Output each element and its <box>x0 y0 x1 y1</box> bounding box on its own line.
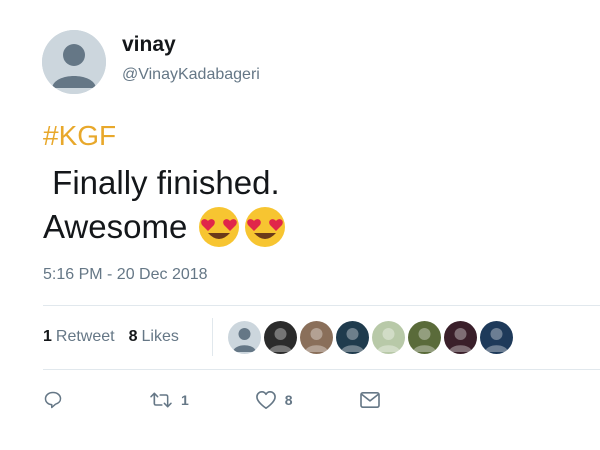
likes-stat-label: Likes <box>141 328 179 345</box>
retweet-stat[interactable]: 1 Retweet <box>43 328 115 346</box>
reply-icon <box>44 391 62 409</box>
tweet-text-awesome: Awesome <box>43 208 188 245</box>
tweet-text-line-2: Awesome <box>43 205 287 249</box>
tweet-timestamp[interactable]: 5:16 PM - 20 Dec 2018 <box>43 266 208 284</box>
person-icon <box>485 328 508 352</box>
retweet-button[interactable]: 1 <box>149 390 189 410</box>
retweet-stat-count: 1 <box>43 328 52 345</box>
person-icon <box>413 328 436 352</box>
liker-avatar[interactable] <box>336 321 369 354</box>
heart-eyes-emoji-icon <box>199 207 240 247</box>
person-icon <box>269 328 292 352</box>
likes-stat-count: 8 <box>128 328 138 345</box>
likes-stat[interactable]: 8 Likes <box>129 328 179 346</box>
person-icon <box>449 328 472 352</box>
retweet-stat-label: Retweet <box>55 328 115 345</box>
reply-button[interactable] <box>43 390 63 410</box>
person-icon <box>305 328 328 352</box>
person-icon <box>377 328 400 352</box>
liker-avatar[interactable] <box>372 321 405 354</box>
likers-avatars <box>228 321 513 354</box>
direct-message-button[interactable] <box>359 391 381 409</box>
stats-separator <box>212 318 213 356</box>
liker-avatar[interactable] <box>300 321 333 354</box>
heart-eyes-emoji-icon <box>245 207 286 247</box>
tweet-text-line-1: Finally finished. <box>43 164 280 201</box>
tweet-stats: 1 Retweet 8 Likes <box>43 328 193 346</box>
divider <box>43 305 600 306</box>
person-icon <box>341 328 364 352</box>
liker-avatar[interactable] <box>444 321 477 354</box>
action-bar: 1 8 <box>43 390 381 410</box>
envelope-icon <box>359 391 380 409</box>
avatar[interactable] <box>42 30 106 94</box>
default-avatar-icon <box>42 30 106 94</box>
liker-avatar[interactable] <box>408 321 441 354</box>
retweet-icon <box>150 392 172 408</box>
like-button[interactable]: 8 <box>255 390 293 410</box>
heart-icon <box>255 391 276 409</box>
liker-avatar[interactable] <box>480 321 513 354</box>
like-count: 8 <box>284 392 293 408</box>
divider <box>43 369 600 370</box>
liker-avatar[interactable] <box>228 321 261 354</box>
user-handle[interactable]: @VinayKadabageri <box>122 66 260 84</box>
display-name[interactable]: vinay <box>122 33 176 57</box>
retweet-count: 1 <box>181 392 189 408</box>
liker-avatar[interactable] <box>264 321 297 354</box>
person-icon <box>233 328 256 352</box>
hashtag-link[interactable]: #KGF <box>43 120 116 152</box>
